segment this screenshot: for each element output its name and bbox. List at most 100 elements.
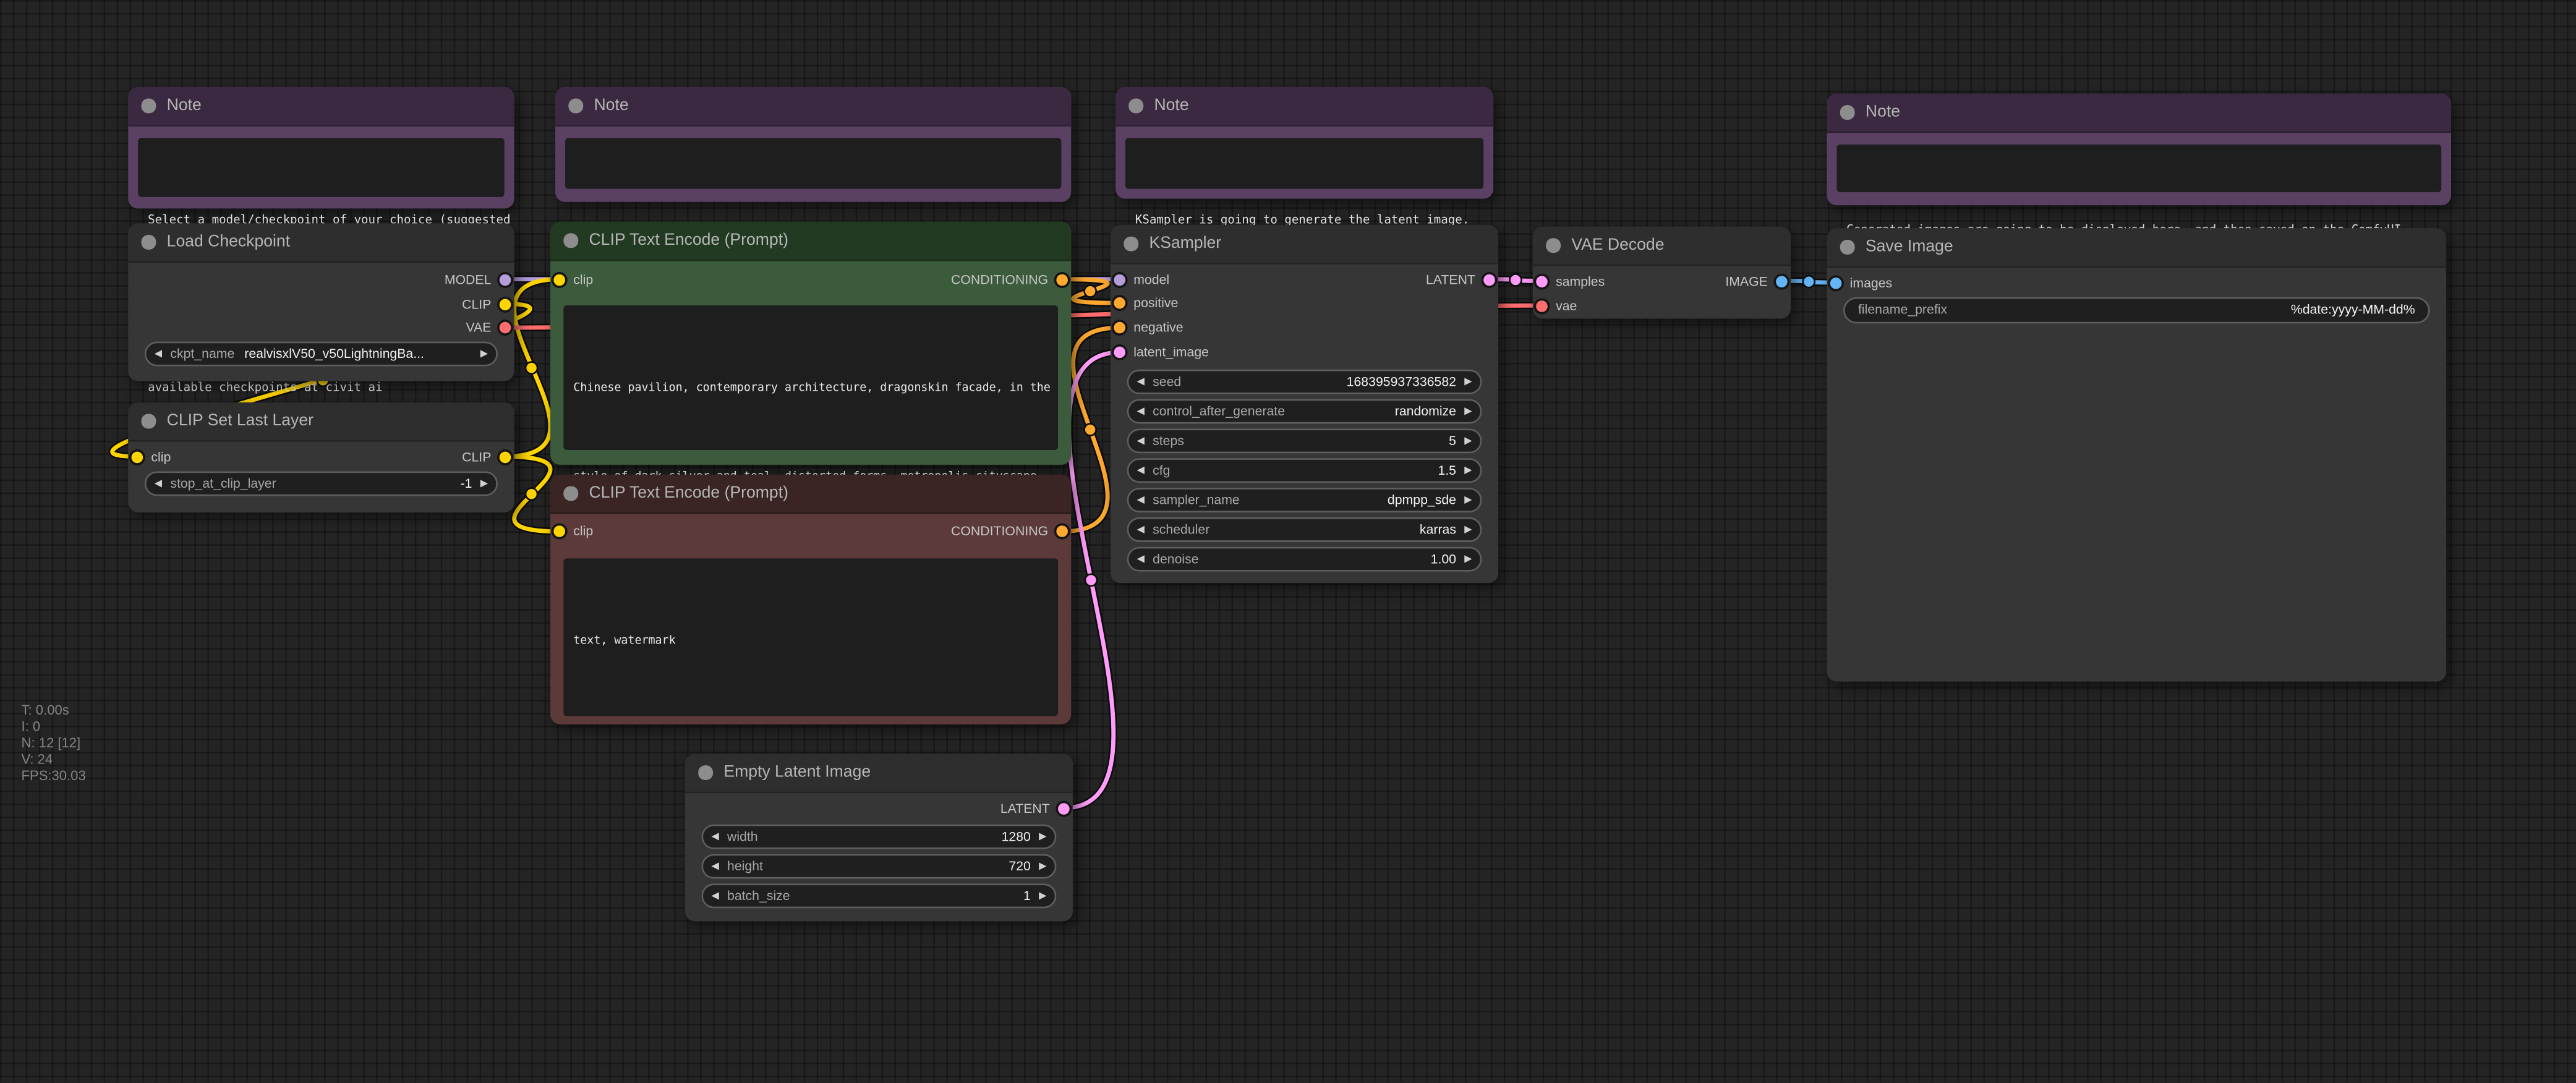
- node-clip-text-encode-negative[interactable]: CLIP Text Encode (Prompt) clip CONDITION…: [550, 475, 1071, 724]
- collapse-dot-icon[interactable]: [141, 99, 155, 113]
- output-port-conditioning[interactable]: CONDITIONING: [951, 524, 1068, 539]
- latent-port-icon[interactable]: [1114, 347, 1125, 359]
- conditioning-port-icon[interactable]: [1056, 273, 1068, 285]
- increment-arrow-icon[interactable]: ▶: [1456, 407, 1480, 417]
- output-port-latent[interactable]: LATENT: [1000, 801, 1070, 815]
- input-port-positive[interactable]: positive: [1114, 295, 1178, 310]
- increment-arrow-icon[interactable]: ▶: [1456, 436, 1480, 446]
- vae-port-icon[interactable]: [500, 322, 511, 334]
- node-save-image[interactable]: Save Image images filename_prefix %date:…: [1827, 228, 2446, 681]
- output-port-conditioning[interactable]: CONDITIONING: [951, 272, 1068, 287]
- increment-arrow-icon[interactable]: ▶: [1456, 377, 1480, 387]
- note-node-checkpoint[interactable]: Note Select a model/checkpoint of your c…: [128, 87, 514, 209]
- collapse-dot-icon[interactable]: [1128, 99, 1143, 113]
- node-header[interactable]: VAE Decode: [1533, 227, 1791, 266]
- model-port-icon[interactable]: [500, 273, 511, 285]
- collapse-dot-icon[interactable]: [1124, 237, 1138, 251]
- conditioning-port-icon[interactable]: [1114, 297, 1125, 309]
- decrement-arrow-icon[interactable]: ◀: [1128, 495, 1153, 505]
- widget-steps[interactable]: ◀ steps 5 ▶: [1127, 428, 1482, 453]
- note-node-prompt[interactable]: Note Set your text prompt here (green bo…: [555, 87, 1071, 202]
- decrement-arrow-icon[interactable]: ◀: [703, 862, 727, 872]
- clip-port-icon[interactable]: [553, 273, 565, 285]
- conditioning-port-icon[interactable]: [1056, 525, 1068, 537]
- output-port-image[interactable]: IMAGE: [1725, 273, 1787, 288]
- collapse-dot-icon[interactable]: [141, 236, 155, 250]
- node-header[interactable]: CLIP Text Encode (Prompt): [550, 222, 1071, 261]
- note-header[interactable]: Note: [1827, 93, 2451, 133]
- decrement-arrow-icon[interactable]: ◀: [1128, 436, 1153, 446]
- node-empty-latent-image[interactable]: Empty Latent Image LATENT ◀ width 1280 ▶…: [685, 754, 1073, 922]
- decrement-arrow-icon[interactable]: ◀: [1128, 377, 1153, 387]
- increment-arrow-icon[interactable]: ▶: [1456, 495, 1480, 505]
- increment-arrow-icon[interactable]: ▶: [1031, 891, 1055, 901]
- image-port-icon[interactable]: [1830, 277, 1842, 289]
- clip-port-icon[interactable]: [500, 451, 511, 462]
- latent-port-icon[interactable]: [1483, 273, 1495, 285]
- widget-width[interactable]: ◀ width 1280 ▶: [701, 825, 1056, 849]
- decrement-arrow-icon[interactable]: ◀: [703, 891, 727, 901]
- note-header[interactable]: Note: [555, 87, 1071, 127]
- input-port-samples[interactable]: samples: [1536, 273, 1605, 288]
- decrement-arrow-icon[interactable]: ◀: [146, 478, 170, 488]
- input-port-latent-image[interactable]: latent_image: [1114, 345, 1209, 360]
- widget-height[interactable]: ◀ height 720 ▶: [701, 854, 1056, 879]
- input-port-model[interactable]: model: [1114, 272, 1169, 287]
- widget-denoise[interactable]: ◀ denoise 1.00 ▶: [1127, 547, 1482, 572]
- decrement-arrow-icon[interactable]: ◀: [1128, 554, 1153, 564]
- decrement-arrow-icon[interactable]: ◀: [703, 832, 727, 842]
- widget-batch-size[interactable]: ◀ batch_size 1 ▶: [701, 883, 1056, 908]
- node-header[interactable]: CLIP Text Encode (Prompt): [550, 475, 1071, 514]
- widget-stop-at-clip-layer[interactable]: ◀ stop_at_clip_layer -1 ▶: [145, 472, 498, 496]
- widget-ckpt-name[interactable]: ◀ ckpt_name realvisxlV50_v50LightningBa.…: [145, 342, 498, 367]
- collapse-dot-icon[interactable]: [698, 766, 712, 780]
- node-header[interactable]: Load Checkpoint: [128, 223, 514, 263]
- input-port-negative[interactable]: negative: [1114, 320, 1183, 335]
- increment-arrow-icon[interactable]: ▶: [1031, 832, 1055, 842]
- node-header[interactable]: Save Image: [1827, 228, 2446, 268]
- input-port-clip[interactable]: clip: [132, 449, 171, 464]
- node-header[interactable]: KSampler: [1111, 225, 1498, 265]
- output-port-vae[interactable]: VAE: [466, 320, 511, 335]
- note-header[interactable]: Note: [1115, 87, 1493, 127]
- node-ksampler[interactable]: KSampler model positive negative latent_…: [1111, 225, 1498, 583]
- widget-control-after-generate[interactable]: ◀ control_after_generate randomize ▶: [1127, 399, 1482, 424]
- decrement-arrow-icon[interactable]: ◀: [146, 349, 170, 359]
- note-node-save[interactable]: Note Generated images are going to be di…: [1827, 93, 2451, 205]
- increment-arrow-icon[interactable]: ▶: [1456, 525, 1480, 535]
- node-load-checkpoint[interactable]: Load Checkpoint MODEL CLIP VAE ◀ ckpt_na…: [128, 223, 514, 381]
- increment-arrow-icon[interactable]: ▶: [472, 478, 497, 488]
- node-clip-text-encode-positive[interactable]: CLIP Text Encode (Prompt) clip CONDITION…: [550, 222, 1071, 465]
- widget-scheduler[interactable]: ◀ scheduler karras ▶: [1127, 517, 1482, 542]
- increment-arrow-icon[interactable]: ▶: [472, 349, 497, 359]
- vae-port-icon[interactable]: [1536, 300, 1548, 312]
- latent-port-icon[interactable]: [1536, 275, 1548, 287]
- input-port-clip[interactable]: clip: [553, 524, 593, 539]
- collapse-dot-icon[interactable]: [1840, 240, 1854, 255]
- widget-filename-prefix[interactable]: filename_prefix %date:yyyy-MM-dd%: [1843, 297, 2430, 323]
- output-port-clip[interactable]: CLIP: [462, 297, 511, 312]
- note-textarea[interactable]: Generated images are going to be display…: [1836, 145, 2441, 192]
- note-header[interactable]: Note: [128, 87, 514, 127]
- clip-port-icon[interactable]: [500, 298, 511, 310]
- clip-port-icon[interactable]: [553, 525, 565, 537]
- node-header[interactable]: Empty Latent Image: [685, 754, 1073, 794]
- negative-prompt-textarea[interactable]: text, watermark: [563, 558, 1058, 716]
- node-vae-decode[interactable]: VAE Decode samples vae IMAGE: [1533, 227, 1791, 319]
- increment-arrow-icon[interactable]: ▶: [1456, 465, 1480, 475]
- collapse-dot-icon[interactable]: [1840, 106, 1854, 120]
- collapse-dot-icon[interactable]: [563, 234, 578, 248]
- output-port-model[interactable]: MODEL: [445, 272, 511, 287]
- note-textarea[interactable]: Select a model/checkpoint of your choice…: [138, 138, 504, 197]
- output-port-clip[interactable]: CLIP: [462, 449, 511, 464]
- model-port-icon[interactable]: [1114, 273, 1125, 285]
- note-textarea[interactable]: KSampler is going to generate the latent…: [1125, 138, 1483, 189]
- node-header[interactable]: CLIP Set Last Layer: [128, 402, 514, 442]
- decrement-arrow-icon[interactable]: ◀: [1128, 407, 1153, 417]
- output-port-latent[interactable]: LATENT: [1426, 272, 1495, 287]
- input-port-images[interactable]: images: [1830, 275, 1892, 290]
- image-port-icon[interactable]: [1776, 275, 1788, 287]
- widget-cfg[interactable]: ◀ cfg 1.5 ▶: [1127, 458, 1482, 483]
- collapse-dot-icon[interactable]: [568, 99, 582, 113]
- note-textarea[interactable]: Set your text prompt here (green box for…: [565, 138, 1061, 189]
